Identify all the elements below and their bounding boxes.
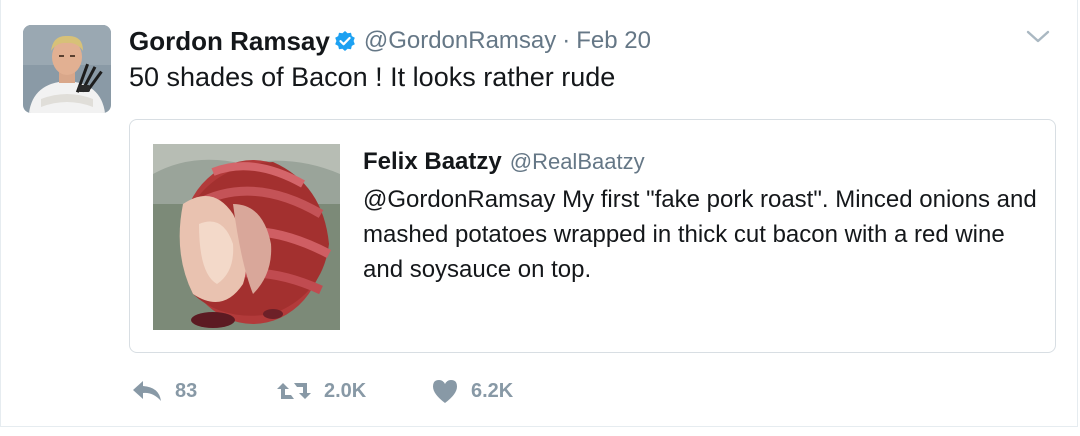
quoted-tweet-header: Felix Baatzy @RealBaatzy <box>363 148 645 176</box>
author-name[interactable]: Gordon Ramsay <box>129 26 330 57</box>
avatar-image <box>23 25 111 113</box>
retweet-button[interactable]: 2.0K <box>276 379 431 403</box>
retweet-icon <box>276 379 312 403</box>
like-count: 6.2K <box>471 379 514 402</box>
food-photo <box>153 144 340 330</box>
tweet-header: Gordon Ramsay @GordonRamsay · Feb 20 <box>129 24 651 58</box>
reply-icon <box>131 379 163 403</box>
tweet-card[interactable]: Gordon Ramsay @GordonRamsay · Feb 20 50 … <box>0 0 1078 427</box>
separator-dot: · <box>562 27 571 54</box>
tweet-text: 50 shades of Bacon ! It looks rather rud… <box>129 62 616 92</box>
reply-button[interactable]: 83 <box>131 379 276 403</box>
quoted-author-name[interactable]: Felix Baatzy <box>363 148 502 176</box>
retweet-count: 2.0K <box>324 379 367 402</box>
reply-count: 83 <box>175 379 198 402</box>
quoted-tweet-media[interactable] <box>153 144 340 330</box>
more-options-chevron-down-icon[interactable] <box>1025 28 1051 46</box>
quoted-tweet[interactable]: Felix Baatzy @RealBaatzy @GordonRamsay M… <box>129 119 1056 353</box>
author-avatar[interactable] <box>23 25 111 113</box>
tweet-timestamp[interactable]: Feb 20 <box>576 27 651 55</box>
like-button[interactable]: 6.2K <box>431 378 571 404</box>
verified-badge-icon <box>334 30 356 52</box>
heart-icon <box>431 378 459 404</box>
quoted-author-handle[interactable]: @RealBaatzy <box>510 149 645 175</box>
quoted-tweet-text: @GordonRamsay My first "fake pork roast"… <box>363 186 1037 283</box>
tweet-actions: 83 2.0K 6.2K <box>131 374 571 408</box>
author-handle[interactable]: @GordonRamsay <box>364 27 556 55</box>
